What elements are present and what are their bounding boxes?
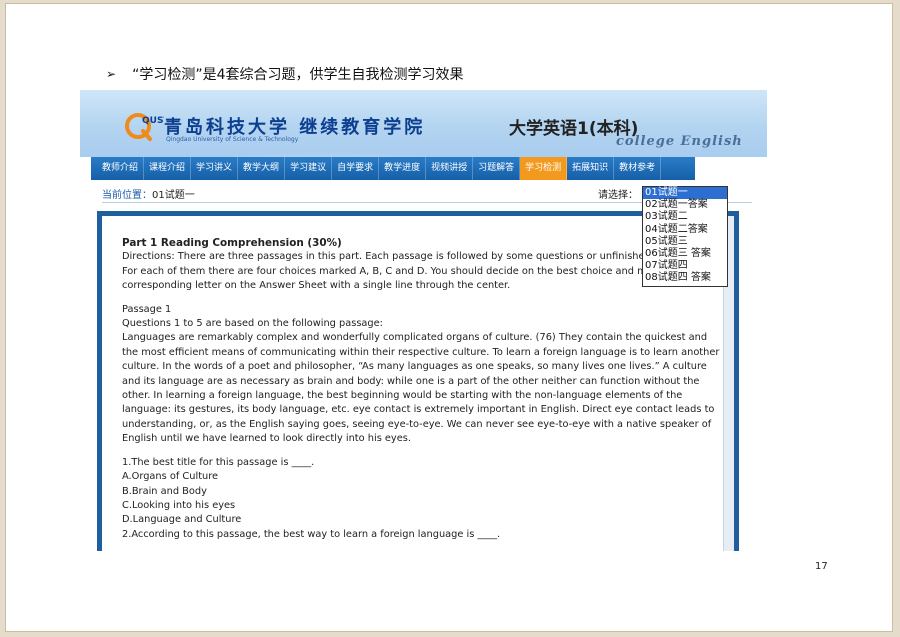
passage-line: understanding, or, as the English saying…	[122, 418, 712, 430]
dropdown-option[interactable]: 05试题三	[643, 236, 727, 248]
answer-option: A.Organs of Culture	[122, 471, 219, 483]
answer-option: B.Brain and Body	[122, 485, 207, 497]
arrow-bullet-icon: ➢	[106, 67, 117, 81]
question-2: 2.According to this passage, the best wa…	[122, 528, 501, 540]
question-1: 1.The best title for this passage is ___…	[122, 456, 315, 468]
bullet-text: “学习检测”是4套综合习题，供学生自我检测学习效果	[132, 67, 464, 83]
nav-item-2[interactable]: 课程介绍	[144, 157, 192, 180]
website-screenshot: QUST 青岛科技大学 继续教育学院 Qingdao University of…	[80, 90, 767, 551]
passage-intro: Questions 1 to 5 are based on the follow…	[122, 318, 383, 330]
passage-line: the most efficient means of communicatin…	[122, 346, 720, 358]
site-banner: QUST 青岛科技大学 继续教育学院 Qingdao University of…	[80, 90, 767, 157]
exam-content: Part 1 Reading Comprehension (30%) Direc…	[102, 216, 724, 551]
breadcrumb-label: 当前位置：	[102, 190, 152, 201]
answer-option: D.Language and Culture	[122, 514, 242, 526]
passage-line: English until we have learned to look di…	[122, 433, 411, 445]
passage-line: Languages are remarkably complex and won…	[122, 332, 708, 344]
directions-block: Directions: There are three passages in …	[122, 250, 724, 293]
directions-line: Directions: There are three passages in …	[122, 251, 659, 263]
nav-item-4[interactable]: 教学大纲	[238, 157, 286, 180]
dropdown-option[interactable]: 08试题四 答案	[643, 272, 727, 284]
dropdown-option[interactable]: 03试题二	[643, 211, 727, 223]
passage-title: Passage 1	[122, 303, 172, 315]
nav-item-11[interactable]: 拓展知识	[567, 157, 615, 180]
dropdown-option[interactable]: 06试题三 答案	[643, 248, 727, 260]
passage-line: culture. In the words of a poet and phil…	[122, 361, 707, 373]
dropdown-option[interactable]: 01试题一	[643, 187, 727, 200]
nav-item-active[interactable]: 学习检测	[520, 157, 568, 180]
logo-mark-text: QUST	[142, 116, 164, 126]
dropdown-option[interactable]: 07试题四	[643, 260, 727, 272]
dropdown-option[interactable]: 02试题一答案	[643, 199, 727, 211]
university-name-en: Qingdao University of Science & Technolo…	[166, 136, 299, 143]
slide-bullet: ➢ “学习检测”是4套综合习题，供学生自我检测学习效果	[106, 64, 463, 84]
nav-item-5[interactable]: 学习建议	[285, 157, 333, 180]
nav-item-9[interactable]: 习题解答	[473, 157, 521, 180]
breadcrumb-value: 01试题一	[152, 190, 195, 201]
passage-line: language: its gestures, its body languag…	[122, 404, 715, 416]
nav-item-6[interactable]: 自学要求	[332, 157, 380, 180]
passage-line: and its language are as necessary as bra…	[122, 375, 700, 387]
question-1-options: A.Organs of Culture B.Brain and Body C.Loo…	[122, 470, 724, 528]
course-title-en: college English	[616, 134, 743, 149]
answer-option: C.Looking into his eyes	[122, 499, 236, 511]
part-heading: Part 1 Reading Comprehension (30%)	[122, 237, 342, 249]
nav-item-12[interactable]: 教材参考	[614, 157, 662, 180]
passage-text: Languages are remarkably complex and won…	[122, 331, 724, 446]
select-label: 请选择：	[598, 190, 638, 201]
page-number: 17	[815, 561, 828, 572]
nav-item-7[interactable]: 教学进度	[379, 157, 427, 180]
nav-item-3[interactable]: 学习讲义	[191, 157, 239, 180]
directions-line: For each of them there are four choices …	[122, 265, 657, 277]
qust-logo-icon: QUST	[125, 113, 164, 141]
directions-line: corresponding letter on the Answer Sheet…	[122, 280, 511, 292]
main-navigation: 教师介绍 课程介绍 学习讲义 教学大纲 学习建议 自学要求 教学进度 视频讲授 习题解答 学习检测…	[91, 157, 695, 180]
nav-item-1[interactable]: 教师介绍	[97, 157, 145, 180]
nav-item-8[interactable]: 视频讲授	[426, 157, 474, 180]
passage-line: other. In learning a foreign language, t…	[122, 390, 683, 402]
exam-select-dropdown[interactable]: 01试题一 02试题一答案 03试题二 04试题二答案 05试题三 06试题三 答案 07试…	[642, 186, 728, 287]
dropdown-option[interactable]: 04试题二答案	[643, 224, 727, 236]
